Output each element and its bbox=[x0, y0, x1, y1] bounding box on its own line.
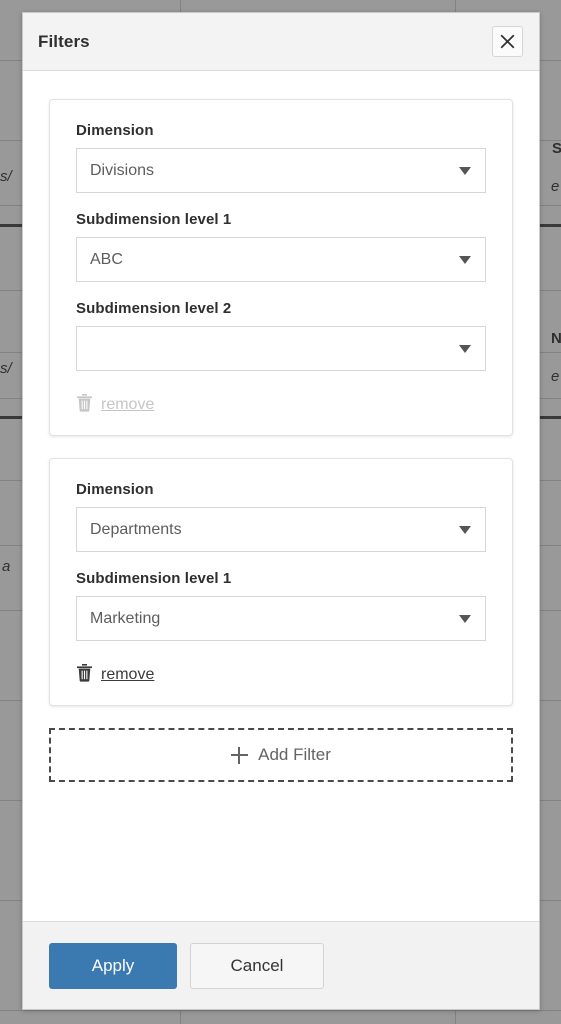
field-label: Dimension bbox=[76, 481, 154, 498]
add-filter-button[interactable]: Add Filter bbox=[49, 728, 513, 782]
chevron-down-icon bbox=[459, 344, 471, 353]
cancel-button[interactable]: Cancel bbox=[190, 942, 324, 989]
dialog-header: Filters bbox=[23, 13, 539, 71]
select-value: ABC bbox=[90, 250, 123, 268]
add-filter-label: Add Filter bbox=[258, 745, 331, 764]
filter-card: Dimension Divisions Subdimension level 1… bbox=[49, 99, 513, 436]
dimension-select[interactable]: Departments bbox=[76, 507, 486, 552]
field-label: Subdimension level 1 bbox=[76, 211, 232, 228]
select-value: Departments bbox=[90, 520, 182, 538]
remove-filter-link[interactable]: remove bbox=[76, 663, 154, 687]
trash-icon bbox=[76, 393, 93, 417]
chevron-down-icon bbox=[459, 166, 471, 175]
chevron-down-icon bbox=[459, 255, 471, 264]
subdimension-level-1-select[interactable]: Marketing bbox=[76, 596, 486, 641]
select-value: Divisions bbox=[90, 161, 155, 179]
filter-card: Dimension Departments Subdimension level… bbox=[49, 458, 513, 706]
plus-icon bbox=[231, 746, 249, 764]
apply-button[interactable]: Apply bbox=[49, 942, 177, 989]
filter-field-subdimension-2: Subdimension level 2 bbox=[76, 300, 486, 371]
trash-icon bbox=[76, 663, 93, 687]
filter-field-subdimension-1: Subdimension level 1 Marketing bbox=[76, 570, 486, 641]
subdimension-level-1-select[interactable]: ABC bbox=[76, 237, 486, 282]
filter-field-dimension: Dimension Departments bbox=[76, 481, 486, 552]
filter-field-subdimension-1: Subdimension level 1 ABC bbox=[76, 211, 486, 282]
field-label: Subdimension level 2 bbox=[76, 300, 232, 317]
chevron-down-icon bbox=[459, 614, 471, 623]
close-button[interactable] bbox=[492, 26, 523, 57]
select-value: Marketing bbox=[90, 609, 161, 627]
close-icon bbox=[499, 33, 516, 50]
subdimension-level-2-select[interactable] bbox=[76, 326, 486, 371]
filter-field-dimension: Dimension Divisions bbox=[76, 122, 486, 193]
remove-filter-link[interactable]: remove bbox=[76, 393, 154, 417]
dialog-footer: Apply Cancel bbox=[23, 921, 539, 1009]
remove-label: remove bbox=[101, 666, 155, 683]
dialog-body: Dimension Divisions Subdimension level 1… bbox=[23, 71, 539, 921]
field-label: Dimension bbox=[76, 122, 154, 139]
dialog-title: Filters bbox=[38, 31, 90, 51]
chevron-down-icon bbox=[459, 525, 471, 534]
remove-label: remove bbox=[101, 396, 155, 413]
field-label: Subdimension level 1 bbox=[76, 570, 232, 587]
dimension-select[interactable]: Divisions bbox=[76, 148, 486, 193]
filters-dialog: Filters Dimension Divisions Subdimension… bbox=[22, 12, 540, 1010]
